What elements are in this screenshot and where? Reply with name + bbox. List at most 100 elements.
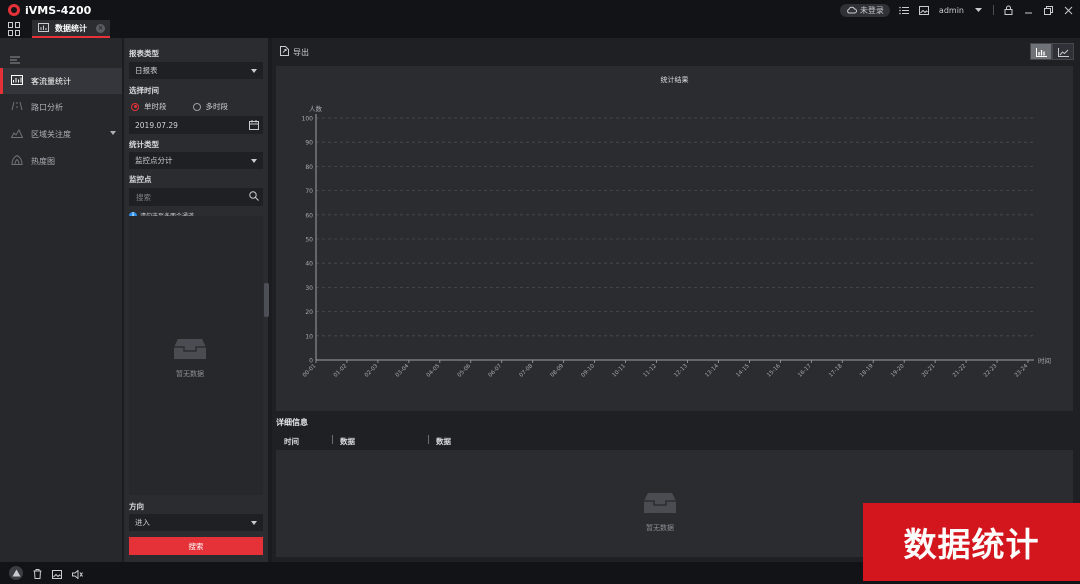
camera-search-input[interactable]: 搜索: [129, 188, 263, 206]
tab-data-statistics[interactable]: 数据统计 ×: [32, 20, 110, 38]
y-tick-label: 60: [305, 212, 313, 219]
y-tick-label: 70: [305, 188, 313, 195]
detail-title: 详细信息: [276, 418, 308, 427]
column-divider[interactable]: [332, 435, 333, 444]
titlebar-separator: [993, 5, 994, 15]
time-label: 选择时间: [129, 86, 159, 95]
nav-item-heatmap[interactable]: 热度图: [0, 148, 122, 174]
volume-icon[interactable]: [72, 564, 83, 583]
module-grid-icon[interactable]: [8, 22, 22, 36]
cloud-icon: [846, 5, 857, 16]
empty-text: 暂无数据: [646, 524, 674, 532]
nav-item-label: 客流量统计: [31, 76, 71, 86]
x-tick-label: 18-19: [859, 363, 875, 379]
nav-item-label: 路口分析: [31, 102, 63, 112]
chevron-down-icon: [251, 159, 257, 163]
date-picker[interactable]: 2019.07.29: [129, 116, 263, 134]
x-axis-label: 时间: [1038, 356, 1051, 365]
x-tick-label: 10-11: [611, 363, 627, 379]
report-type-select[interactable]: 日报表: [129, 62, 263, 79]
login-status-label: 未登录: [859, 5, 884, 15]
trash-icon[interactable]: [33, 564, 42, 583]
table-header: 时间 数据 数据: [276, 430, 1073, 450]
y-tick-label: 40: [305, 261, 313, 268]
camera-label: 监控点: [129, 175, 152, 184]
export-button[interactable]: 导出: [280, 46, 309, 58]
direction-label: 方向: [129, 502, 144, 511]
restore-icon[interactable]: [1043, 5, 1054, 16]
title-bar: iVMS-4200 未登录 admin: [0, 0, 1080, 20]
table-empty-state: 暂无数据: [643, 492, 677, 533]
x-tick-label: 01-02: [333, 363, 349, 379]
picture-icon[interactable]: [52, 564, 62, 583]
x-tick-label: 23-24: [1014, 363, 1030, 379]
panel-splitter-handle[interactable]: [264, 283, 269, 317]
bar-chart-view-button[interactable]: [1030, 43, 1052, 60]
search-placeholder: 搜索: [136, 192, 151, 202]
nav-item-area-heat[interactable]: 区域关注度: [0, 121, 122, 147]
app-window: iVMS-4200 未登录 admin 数据统计 × 客流量统计 路口分析 区域…: [0, 0, 1080, 584]
x-tick-label: 19-20: [890, 363, 906, 379]
empty-box-icon: [643, 492, 677, 516]
x-tick-label: 21-22: [952, 363, 968, 379]
user-menu[interactable]: admin: [939, 6, 964, 15]
x-tick-label: 22-23: [983, 363, 999, 379]
column-header-data-2[interactable]: 数据: [436, 436, 451, 447]
list-icon[interactable]: [899, 5, 910, 16]
login-status-button[interactable]: 未登录: [839, 3, 890, 17]
time-multi-radio[interactable]: 多时段: [192, 101, 228, 112]
minimize-icon[interactable]: [1023, 5, 1034, 16]
time-single-label: 单时段: [144, 102, 167, 111]
filter-panel: 报表类型 日报表 选择时间 单时段 多时段 2019.07.29 统计类型 监控…: [124, 38, 268, 562]
people-counting-icon: [11, 75, 23, 87]
tab-close-icon[interactable]: ×: [96, 24, 105, 33]
alarm-icon[interactable]: [9, 566, 23, 580]
time-single-radio[interactable]: 单时段: [131, 101, 167, 112]
x-tick-label: 20-21: [921, 363, 937, 379]
nav-item-label: 热度图: [31, 156, 55, 166]
area-heat-icon: [10, 128, 24, 140]
stat-type-select[interactable]: 监控点分计: [129, 152, 263, 169]
radio-selected-icon: [131, 102, 139, 111]
x-tick-label: 00-01: [302, 363, 318, 379]
tab-bar: 数据统计 ×: [0, 20, 1080, 38]
close-icon[interactable]: [1063, 5, 1074, 16]
column-divider[interactable]: [428, 435, 429, 444]
statistics-chart: 0102030405060708090100人数时间00-01 01-02 02-0…: [302, 104, 1051, 379]
menu-collapse-icon[interactable]: [10, 49, 20, 68]
x-tick-label: 09-10: [580, 363, 596, 379]
left-nav: 客流量统计 路口分析 区域关注度 热度图: [0, 38, 122, 562]
nav-item-intersection[interactable]: 路口分析: [0, 94, 122, 120]
image-icon[interactable]: [919, 5, 930, 16]
chevron-down-icon: [251, 69, 257, 73]
y-tick-label: 50: [305, 237, 313, 244]
heatmap-icon: [11, 154, 23, 167]
line-chart-view-button[interactable]: [1052, 43, 1074, 60]
x-tick-label: 02-03: [364, 363, 380, 379]
column-header-data[interactable]: 数据: [340, 436, 355, 447]
stat-type-value: 监控点分计: [135, 156, 173, 165]
calendar-icon[interactable]: [249, 120, 259, 132]
direction-select[interactable]: 进入: [129, 514, 263, 531]
y-tick-label: 90: [305, 140, 313, 147]
y-tick-label: 20: [305, 309, 313, 316]
chart-panel: 统计结果 0 10 20 30 40 50 60 70 80 90 100 人数 时间 00-01 01-0…: [276, 66, 1073, 411]
x-tick-label: 11-12: [642, 363, 658, 379]
search-icon[interactable]: [249, 191, 259, 203]
nav-item-people-counting[interactable]: 客流量统计: [0, 68, 122, 94]
chevron-down-icon[interactable]: [973, 5, 984, 16]
camera-empty-state: 暂无数据: [173, 338, 207, 379]
main-content: 导出 统计结果 0 10 20 30 40 50 60 70 80 90 100 人数 时间 00-01 0…: [272, 38, 1080, 562]
lock-icon[interactable]: [1003, 5, 1014, 16]
expand-caret-icon[interactable]: [110, 131, 116, 135]
radio-unselected-icon: [192, 102, 201, 111]
export-icon: [280, 46, 289, 58]
empty-text: 暂无数据: [176, 370, 204, 378]
x-tick-label: 14-15: [735, 363, 751, 379]
column-header-time[interactable]: 时间: [284, 436, 299, 447]
x-tick-label: 15-16: [766, 363, 782, 379]
tab-label: 数据统计: [55, 23, 87, 33]
app-logo: [8, 4, 20, 16]
search-button[interactable]: 搜索: [129, 537, 263, 555]
statistics-icon: [38, 22, 49, 34]
